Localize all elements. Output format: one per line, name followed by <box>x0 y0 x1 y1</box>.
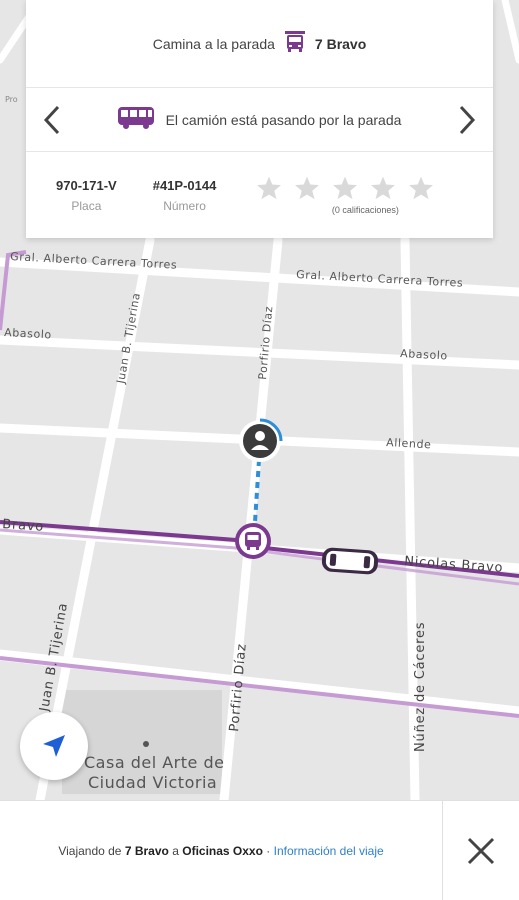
trip-info-link[interactable]: Información del viaje <box>274 844 384 858</box>
poi-label-line2[interactable]: Ciudad Victoria <box>88 773 217 792</box>
bus-status: El camión está pasando por la parada <box>117 107 402 132</box>
number-value: #41P-0144 <box>152 177 217 193</box>
user-location-icon[interactable] <box>239 418 283 462</box>
poi-marker <box>143 741 149 747</box>
chevron-left-icon <box>43 105 60 134</box>
chevron-right-icon <box>459 105 476 134</box>
stop-name: 7 Bravo <box>314 35 367 52</box>
walk-text: Camina a la parada <box>152 35 275 52</box>
bus-stop-icon <box>284 31 305 56</box>
plate-label: Placa <box>71 198 102 213</box>
next-button[interactable] <box>453 100 481 140</box>
star-icon[interactable] <box>408 175 434 201</box>
street-label: Bravo <box>2 517 45 535</box>
map-glyph: Pro <box>5 95 18 104</box>
street-label: Núñez de Cáceres <box>413 622 428 752</box>
trip-from: 7 Bravo <box>124 843 169 858</box>
poi-label-line1[interactable]: Casa del Arte de <box>84 753 224 772</box>
walk-instruction: Camina a la parada 7 Bravo <box>26 0 493 88</box>
trip-summary: Viajando de 7 Bravo a Oficinas Oxxo · In… <box>0 801 442 900</box>
star-icon[interactable] <box>370 175 396 201</box>
plate-value: 970-171-V <box>56 177 117 193</box>
bus-vehicle-icon[interactable] <box>321 547 379 575</box>
trip-bar: Viajando de 7 Bravo a Oficinas Oxxo · In… <box>0 800 519 900</box>
street-label: Abasolo <box>400 347 448 362</box>
star-icon[interactable] <box>332 175 358 201</box>
rating-count: (0 calificaciones) <box>331 205 399 215</box>
close-button[interactable] <box>442 801 519 900</box>
star-icon[interactable] <box>256 175 282 201</box>
locate-me-button[interactable] <box>20 712 88 780</box>
bus-status-row: El camión está pasando por la parada <box>26 88 493 152</box>
number-detail: #41P-0144 Número <box>153 178 217 213</box>
trip-to: Oficinas Oxxo <box>182 843 263 858</box>
star-rating[interactable] <box>256 175 434 201</box>
trip-connector: a <box>172 843 179 858</box>
star-icon[interactable] <box>294 175 320 201</box>
bus-details: 970-171-V Placa #41P-0144 Número (0 cali… <box>26 152 493 238</box>
prev-button[interactable] <box>38 100 66 140</box>
rating[interactable]: (0 calificaciones) <box>256 175 434 215</box>
bus-info-card: Camina a la parada 7 Bravo El camión est… <box>26 0 493 238</box>
street-label: Abasolo <box>4 326 52 341</box>
close-icon <box>467 837 495 864</box>
number-label: Número <box>163 198 206 213</box>
bus-icon <box>117 107 154 132</box>
trip-prefix: Viajando de <box>58 843 122 858</box>
street-label: Allende <box>386 436 432 451</box>
plate-detail: 970-171-V Placa <box>56 178 117 213</box>
bus-stop-marker-icon[interactable] <box>235 523 271 559</box>
trip-separator: · <box>266 843 271 858</box>
navigation-arrow-icon <box>43 735 65 757</box>
status-text: El camión está pasando por la parada <box>165 111 402 128</box>
